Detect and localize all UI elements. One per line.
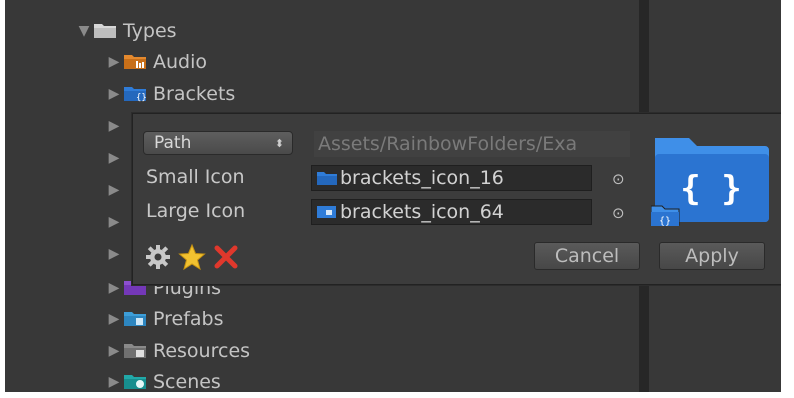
tree-row-hidden: ▶: [105, 112, 123, 140]
tree-row-resources[interactable]: ▶ Resources: [105, 337, 250, 365]
tree-label-brackets: Brackets: [153, 83, 236, 105]
tree-row-hidden: ▶: [105, 240, 123, 268]
tree-row-hidden: ▶: [105, 144, 123, 172]
brackets-folder-mini-icon: [317, 172, 337, 185]
tree-row-types[interactable]: ▼ Types: [75, 17, 177, 45]
cancel-button[interactable]: Cancel: [534, 242, 640, 270]
small-icon-field[interactable]: brackets_icon_16: [311, 165, 592, 191]
window-edge: [781, 0, 794, 398]
tree-row-hidden: ▶: [105, 176, 123, 204]
tree-label-scenes: Scenes: [153, 371, 221, 393]
large-icon-picker-icon[interactable]: ⊙: [612, 204, 625, 222]
prefabs-folder-icon: [123, 309, 149, 329]
large-icon-field[interactable]: brackets_icon_64: [311, 199, 592, 225]
large-icon-label: Large Icon: [146, 200, 246, 222]
collapsed-arrow-icon[interactable]: ▶: [105, 245, 123, 263]
folder-preview-icon: { } {}: [650, 128, 773, 236]
small-icon-label: Small Icon: [146, 166, 245, 188]
folder-icon: [93, 21, 119, 41]
small-icon-picker-icon[interactable]: ⊙: [612, 170, 625, 188]
collapsed-arrow-icon[interactable]: ▶: [105, 279, 123, 297]
tree-row-hidden: ▶: [105, 208, 123, 236]
collapsed-arrow-icon[interactable]: ▶: [105, 373, 123, 391]
texture-mini-icon: [317, 206, 336, 218]
audio-folder-icon: [123, 52, 149, 72]
tree-label-prefabs: Prefabs: [153, 308, 224, 330]
small-icon-value: brackets_icon_16: [340, 167, 504, 189]
key-type-dropdown[interactable]: Path ⬍: [143, 131, 293, 155]
apply-button[interactable]: Apply: [659, 242, 765, 270]
tree-row-prefabs[interactable]: ▶ Prefabs: [105, 305, 224, 333]
small-preview-glyph: {}: [659, 216, 671, 227]
collapsed-arrow-icon[interactable]: ▶: [105, 310, 123, 328]
project-window: ▼ Types ▶ Audio ▶ {} Brackets ▶ ▶ ▶ ▶ ▶ …: [5, 0, 794, 398]
tree-row-brackets[interactable]: ▶ {} Brackets: [105, 80, 236, 108]
favorite-star-icon[interactable]: [177, 242, 207, 272]
collapsed-arrow-icon[interactable]: ▶: [105, 53, 123, 71]
preview-brackets-glyph: { }: [680, 169, 741, 209]
folder-settings-popup: Path ⬍ Assets/RainbowFolders/Exa Small I…: [132, 113, 787, 285]
tree-label-types: Types: [123, 20, 177, 42]
svg-text:{}: {}: [136, 93, 147, 102]
settings-gear-icon[interactable]: [143, 242, 173, 272]
tree-row-audio[interactable]: ▶ Audio: [105, 48, 207, 76]
window-edge: [0, 392, 794, 398]
delete-x-icon[interactable]: [211, 242, 241, 272]
dropdown-caret-icon: ⬍: [274, 136, 284, 150]
large-icon-value: brackets_icon_64: [340, 201, 504, 223]
path-field[interactable]: Assets/RainbowFolders/Exa: [314, 131, 630, 157]
collapsed-arrow-icon[interactable]: ▶: [105, 149, 123, 167]
scenes-folder-icon: [123, 372, 149, 392]
expanded-arrow-icon[interactable]: ▼: [75, 22, 93, 40]
resources-folder-icon: [123, 341, 149, 361]
tree-label-audio: Audio: [153, 51, 208, 73]
key-type-value: Path: [154, 133, 192, 153]
tree-label-resources: Resources: [153, 340, 251, 362]
collapsed-arrow-icon[interactable]: ▶: [105, 181, 123, 199]
collapsed-arrow-icon[interactable]: ▶: [105, 117, 123, 135]
collapsed-arrow-icon[interactable]: ▶: [105, 342, 123, 360]
collapsed-arrow-icon[interactable]: ▶: [105, 213, 123, 231]
collapsed-arrow-icon[interactable]: ▶: [105, 85, 123, 103]
brackets-folder-icon: {}: [123, 84, 149, 104]
